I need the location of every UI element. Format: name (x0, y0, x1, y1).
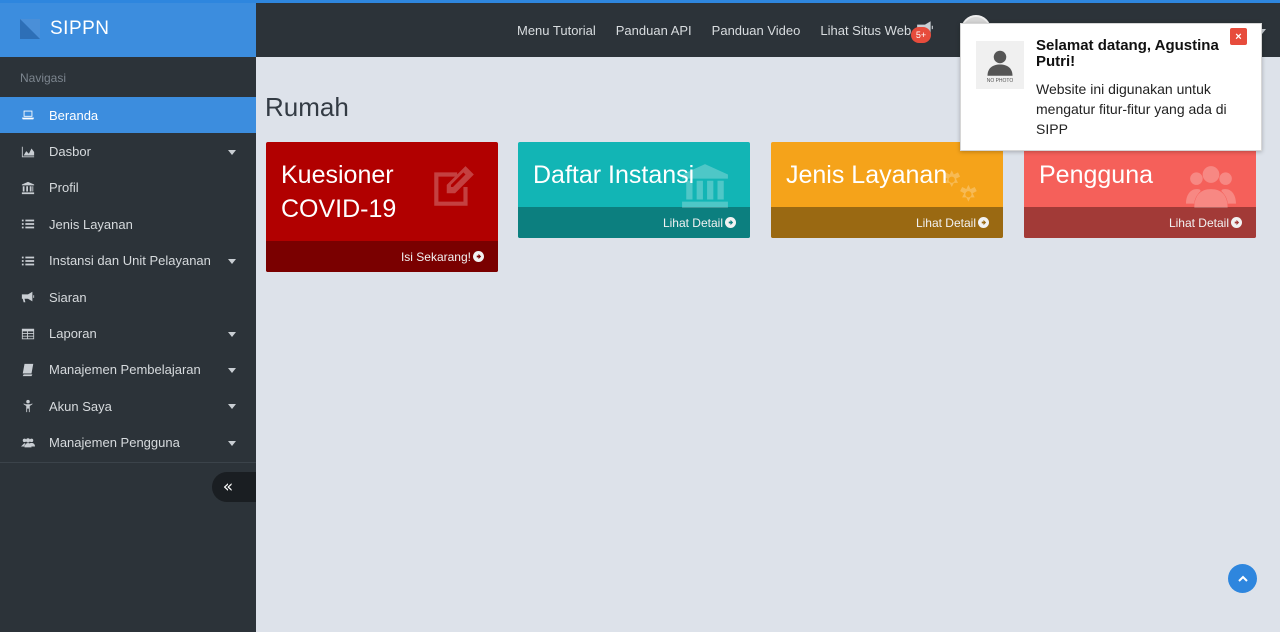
card-body: Jenis Layanan (771, 142, 1003, 207)
sidebar-item-label: Instansi dan Unit Pelayanan (49, 253, 211, 269)
no-photo-label: NO PHOTO (986, 77, 1014, 84)
sidebar-item-siaran[interactable]: Siaran (0, 279, 256, 315)
sidebar-item-label: Laporan (49, 326, 97, 342)
card-body: Kuesioner COVID-19 (266, 142, 498, 241)
user-icon (20, 398, 36, 414)
page-title: Rumah (265, 92, 349, 122)
card-title: Pengguna (1039, 161, 1154, 189)
notification-badge: 5+ (911, 27, 931, 43)
close-button[interactable]: × (1230, 28, 1247, 45)
sidebar: SIPPN Navigasi Beranda Dasbor Profil Jen… (0, 0, 256, 632)
sidebar-item-label: Siaran (49, 289, 87, 305)
book-icon (20, 362, 36, 378)
sidebar-item-label: Akun Saya (49, 398, 112, 414)
brand-logo-icon (20, 18, 40, 39)
arrow-circle-right-icon (473, 251, 484, 262)
sidebar-item-label: Manajemen Pembelajaran (49, 362, 201, 378)
sidebar-item-dasbor[interactable]: Dasbor (0, 133, 256, 169)
sidebar-item-label: Manajemen Pengguna (49, 435, 180, 451)
chevron-down-icon (228, 440, 236, 446)
area-chart-icon (20, 144, 36, 160)
panduan-api-link[interactable]: Panduan API (616, 23, 692, 38)
card-footer-label: Lihat Detail (915, 215, 976, 230)
top-links: Menu Tutorial Panduan API Panduan Video … (517, 3, 931, 57)
brand-name: SIPPN (50, 17, 110, 39)
laptop-icon (20, 107, 36, 123)
brand[interactable]: SIPPN (0, 0, 256, 57)
card-footer-label: Lihat Detail (662, 215, 723, 230)
card-footer-label: Isi Sekarang! (400, 249, 471, 264)
notification-message: Website ini digunakan untuk mengatur fit… (1036, 81, 1227, 137)
lihat-situs-web-link[interactable]: Lihat Situs Web (820, 23, 911, 38)
list-icon (20, 253, 36, 269)
sidebar-item-profil[interactable]: Profil (0, 170, 256, 206)
scroll-to-top-button[interactable] (1228, 564, 1257, 593)
card-title: Kuesioner COVID-19 (281, 161, 397, 223)
chevron-up-icon (1237, 575, 1248, 582)
nav-divider (0, 461, 256, 463)
chevron-down-icon (228, 404, 236, 410)
card-title: Daftar Instansi (533, 161, 695, 189)
sidebar-item-jenis-layanan[interactable]: Jenis Layanan (0, 206, 256, 242)
list-icon (20, 216, 36, 232)
notification-title: Selamat datang, Agustina Putri! (1036, 37, 1219, 70)
card-pengguna[interactable]: Pengguna Lihat Detail (1024, 142, 1256, 238)
panduan-video-link[interactable]: Panduan Video (712, 23, 801, 38)
arrow-circle-right-icon (1231, 217, 1242, 228)
card-footer-label: Lihat Detail (1168, 215, 1229, 230)
chevron-down-icon (228, 367, 236, 373)
sidebar-item-akun-saya[interactable]: Akun Saya (0, 388, 256, 424)
chevron-down-icon (228, 149, 236, 155)
card-footer[interactable]: Isi Sekarang! (266, 241, 498, 272)
chevron-down-icon (228, 258, 236, 264)
top-accent-strip (0, 0, 1280, 3)
chevron-down-icon (228, 331, 236, 337)
card-title: Jenis Layanan (786, 161, 948, 189)
menu-tutorial-link[interactable]: Menu Tutorial (517, 23, 596, 38)
bullhorn-icon (20, 289, 36, 305)
card-body: Pengguna (1024, 142, 1256, 208)
arrow-circle-right-icon (978, 217, 989, 228)
sidebar-item-label: Profil (49, 180, 79, 196)
sidebar-item-label: Jenis Layanan (49, 216, 133, 232)
card-daftar-instansi[interactable]: Daftar Instansi Lihat Detail (518, 142, 750, 238)
institution-icon (20, 180, 36, 196)
sidebar-item-instansi[interactable]: Instansi dan Unit Pelayanan (0, 243, 256, 279)
table-icon (20, 326, 36, 342)
arrow-circle-right-icon (725, 217, 736, 228)
sidebar-item-label: Dasbor (49, 144, 91, 160)
card-jenis-layanan[interactable]: Jenis Layanan Lihat Detail (771, 142, 1003, 238)
avatar: NO PHOTO (976, 41, 1024, 89)
sidebar-item-beranda[interactable]: Beranda (0, 97, 256, 134)
nav-header: Navigasi (20, 71, 67, 85)
users-icon (20, 435, 36, 451)
sidebar-collapse-button[interactable]: « (212, 472, 256, 502)
sidebar-item-manajemen-pengguna[interactable]: Manajemen Pengguna (0, 425, 256, 461)
sidebar-item-label: Beranda (49, 107, 99, 123)
sidebar-item-manajemen-pembelajaran[interactable]: Manajemen Pembelajaran (0, 352, 256, 388)
card-kuesioner-covid[interactable]: Kuesioner COVID-19 Isi Sekarang! (266, 142, 498, 272)
user-silhouette-icon (987, 50, 1013, 76)
card-body: Daftar Instansi (518, 142, 750, 208)
nav-list: Beranda Dasbor Profil Jenis Layanan Inst… (0, 97, 256, 463)
sidebar-item-laporan[interactable]: Laporan (0, 315, 256, 351)
welcome-notification: NO PHOTO Selamat datang, Agustina Putri!… (960, 23, 1262, 151)
